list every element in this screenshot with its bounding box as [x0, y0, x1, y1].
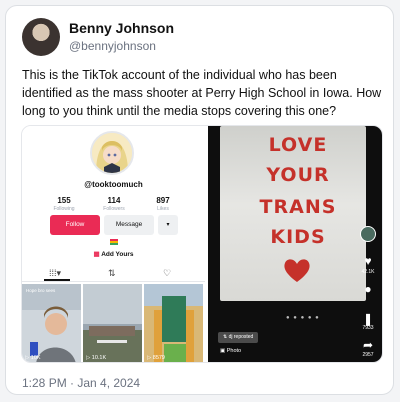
- tiktok-avatar: [90, 131, 134, 175]
- tweet-timestamp[interactable]: 1:28 PM · Jan 4, 2024: [22, 376, 140, 390]
- grid-icon[interactable]: ⁞⁞⁞▾: [49, 268, 61, 279]
- stat-followers[interactable]: 114 Followers: [94, 196, 134, 212]
- photo-label: ▣ Photo: [220, 348, 241, 354]
- thumbnail-views: ▷ 10K: [25, 355, 41, 361]
- creator-avatar-icon[interactable]: [358, 226, 378, 245]
- bookmark-icon[interactable]: ❚: [358, 312, 378, 326]
- thumbnail-views: ▷ 8579: [147, 355, 165, 361]
- thumbnail-caption: Hope bro sees: [26, 288, 56, 293]
- tweet-card: Benny Johnson @bennyjohnson This is the …: [5, 5, 394, 395]
- tweet-text: This is the TikTok account of the indivi…: [22, 68, 382, 118]
- thumbnail-views: ▷ 10.1K: [86, 355, 107, 361]
- tiktok-video-screenshot: LOVE YOUR TRANS KIDS ♥ 42.1K ● ❚ 7933 ➦ …: [208, 126, 382, 362]
- graffiti-line-1: LOVE: [268, 134, 328, 156]
- calendar-icon: ▦: [93, 251, 100, 258]
- carousel-dots: ● ● ● ● ●: [286, 315, 320, 321]
- stat-label: Likes: [157, 206, 169, 212]
- photo-label-text: Photo: [226, 348, 242, 354]
- stat-value: 155: [57, 196, 71, 205]
- add-yours-link[interactable]: ▦ Add Yours: [22, 250, 205, 258]
- flag-icon: [110, 239, 118, 245]
- profile-tabs: ⁞⁞⁞▾ ⇅ ♡: [22, 265, 205, 282]
- more-button[interactable]: ▾: [158, 215, 178, 235]
- photo-icon: ▣: [220, 348, 226, 354]
- follow-button[interactable]: Follow: [50, 215, 100, 235]
- active-tab-indicator: [44, 279, 70, 281]
- graffiti-line-3: TRANS: [259, 196, 337, 218]
- stat-value: 897: [156, 196, 170, 205]
- graffiti-line-4: KIDS: [270, 226, 326, 248]
- liked-icon[interactable]: ♡: [163, 268, 171, 279]
- video-thumbnail-3[interactable]: ▷ 8579: [144, 284, 203, 362]
- reposted-badge: ⇅ dj reposted: [218, 332, 259, 343]
- author-name[interactable]: Benny Johnson: [69, 20, 174, 36]
- bookmark-count: 7933: [362, 325, 374, 331]
- tweet-media[interactable]: @tooktoomuch 155 Following 114 Followers…: [21, 125, 383, 363]
- stat-following[interactable]: 155 Following: [44, 196, 84, 212]
- stat-likes[interactable]: 897 Likes: [143, 196, 183, 212]
- repost-icon[interactable]: ⇅: [108, 268, 116, 279]
- message-button[interactable]: Message: [104, 215, 154, 235]
- comment-icon[interactable]: ●: [358, 282, 378, 296]
- share-icon[interactable]: ➦: [358, 338, 378, 352]
- reposted-label: dj reposted: [228, 334, 254, 340]
- graffiti-heart: [284, 259, 310, 282]
- repost-icon: ⇅: [223, 334, 228, 340]
- stat-label: Following: [53, 206, 75, 212]
- graffiti-line-2: YOUR: [266, 164, 330, 186]
- add-yours-label: Add Yours: [101, 251, 134, 258]
- video-thumbnail-1[interactable]: Hope bro sees ▷ 10K: [22, 284, 81, 362]
- share-count: 2957: [362, 352, 374, 358]
- like-count: 42.1K: [361, 269, 375, 275]
- author-handle[interactable]: @bennyjohnson: [69, 39, 156, 53]
- heart-icon[interactable]: ♥: [358, 254, 378, 268]
- tiktok-username: @tooktoomuch: [84, 180, 143, 189]
- author-avatar[interactable]: [22, 18, 60, 56]
- stat-label: Followers: [103, 206, 125, 212]
- video-thumbnail-2[interactable]: ▷ 10.1K: [83, 284, 142, 362]
- tiktok-profile-screenshot: @tooktoomuch 155 Following 114 Followers…: [22, 126, 205, 362]
- stat-value: 114: [107, 196, 121, 205]
